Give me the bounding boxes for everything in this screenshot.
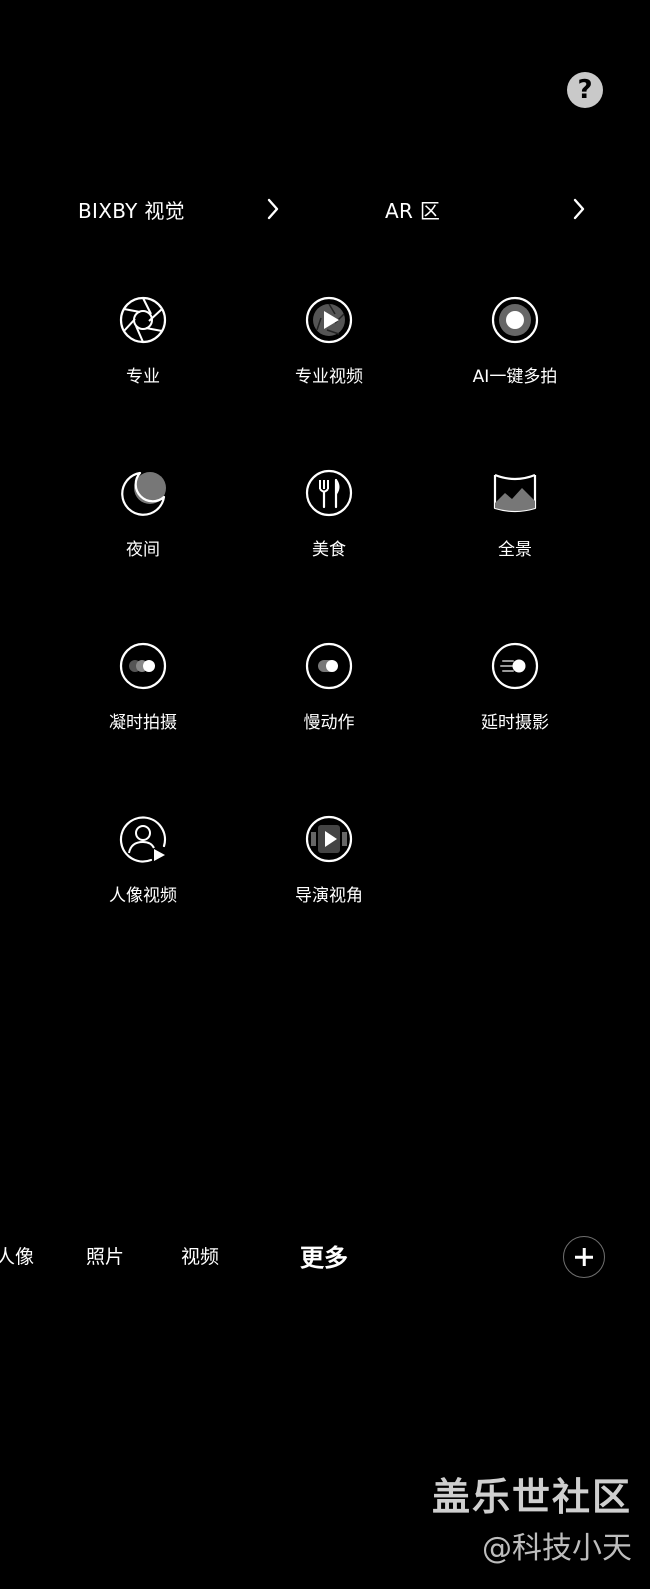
mode-timelapse[interactable]: 延时摄影 bbox=[435, 636, 595, 733]
ar-zone-label: AR 区 bbox=[385, 198, 441, 223]
aperture-icon bbox=[119, 296, 167, 344]
hyperlapse-icon bbox=[119, 642, 167, 690]
mode-food[interactable]: 美食 bbox=[249, 463, 409, 560]
mode-single-take[interactable]: AI一键多拍 bbox=[435, 290, 595, 387]
panorama-icon bbox=[493, 473, 537, 513]
timelapse-icon bbox=[491, 642, 539, 690]
mode-label: AI一键多拍 bbox=[472, 367, 558, 387]
chevron-right-icon bbox=[267, 198, 279, 220]
mode-label: 导演视角 bbox=[295, 886, 363, 906]
mode-tabs: 人像 照片 视频 更多 bbox=[0, 1232, 650, 1276]
mode-pro-video[interactable]: 专业视频 bbox=[249, 290, 409, 387]
slow-motion-icon bbox=[305, 642, 353, 690]
mode-label: 人像视频 bbox=[109, 886, 177, 906]
ar-zone-shortcut[interactable]: AR 区 bbox=[360, 180, 586, 238]
watermark-author: @科技小天 bbox=[482, 1531, 632, 1566]
help-icon: ? bbox=[577, 75, 593, 105]
watermark-title: 盖乐世社区 bbox=[431, 1475, 632, 1519]
mode-label: 专业 bbox=[126, 367, 160, 387]
mode-label: 夜间 bbox=[126, 540, 160, 560]
portrait-video-icon bbox=[119, 816, 167, 863]
moon-icon bbox=[121, 471, 166, 516]
food-icon bbox=[305, 469, 353, 517]
tab-video[interactable]: 视频 bbox=[181, 1242, 219, 1269]
bixby-vision-shortcut[interactable]: BIXBY 视觉 bbox=[54, 180, 280, 238]
mode-label: 美食 bbox=[312, 540, 346, 560]
mode-pro[interactable]: 专业 bbox=[63, 290, 223, 387]
mode-label: 凝时拍摄 bbox=[109, 713, 177, 733]
mode-portrait-video[interactable]: 人像视频 bbox=[63, 809, 223, 906]
mode-label: 专业视频 bbox=[295, 367, 363, 387]
mode-directors-view[interactable]: 导演视角 bbox=[249, 809, 409, 906]
mode-night[interactable]: 夜间 bbox=[63, 463, 223, 560]
pro-video-icon bbox=[305, 296, 353, 344]
mode-label: 延时摄影 bbox=[481, 713, 549, 733]
single-take-icon bbox=[491, 296, 539, 344]
tab-photo[interactable]: 照片 bbox=[86, 1242, 124, 1269]
mode-label: 慢动作 bbox=[303, 713, 355, 733]
mode-slow-motion[interactable]: 慢动作 bbox=[249, 636, 409, 733]
directors-view-icon bbox=[305, 815, 353, 863]
bixby-vision-label: BIXBY 视觉 bbox=[78, 198, 185, 223]
chevron-right-icon bbox=[573, 198, 585, 220]
mode-panorama[interactable]: 全景 bbox=[435, 463, 595, 560]
help-button[interactable]: ? bbox=[567, 72, 603, 108]
plus-icon[interactable] bbox=[563, 1236, 605, 1278]
tab-portrait[interactable]: 人像 bbox=[0, 1242, 34, 1269]
mode-hyperlapse[interactable]: 凝时拍摄 bbox=[63, 636, 223, 733]
tab-more[interactable]: 更多 bbox=[300, 1238, 348, 1273]
mode-label: 全景 bbox=[498, 540, 532, 560]
